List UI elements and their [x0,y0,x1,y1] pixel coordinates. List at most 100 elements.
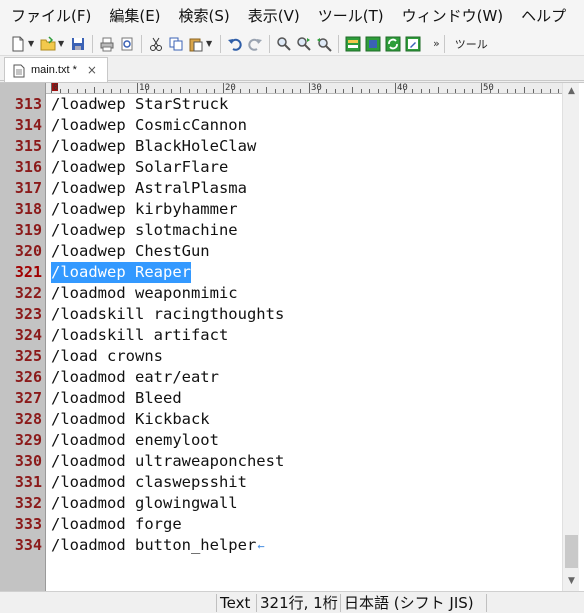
editor-line[interactable]: 322/loadmod weaponmimic [0,283,562,304]
new-file-icon[interactable] [10,36,26,52]
editor-line[interactable]: 334/loadmod button_helper← [0,535,562,556]
editor-line[interactable]: 329/loadmod enemyloot [0,430,562,451]
scrollbar-thumb[interactable] [565,535,578,568]
menu-view[interactable]: 表示(V) [237,0,307,32]
edit-window-icon[interactable] [405,36,421,52]
line-text[interactable]: /loadmod glowingwall [51,493,238,514]
editor-line[interactable]: 321/loadwep Reaper [0,262,562,283]
paste-icon[interactable] [188,36,204,52]
line-number: 333 [14,515,42,533]
view-toggle-icon[interactable] [365,36,381,52]
print-icon[interactable] [99,36,115,52]
line-text[interactable]: /loadskill artifact [51,325,228,346]
line-text[interactable]: /loadmod weaponmimic [51,283,238,304]
line-text[interactable]: /loadwep StarStruck [51,94,228,115]
ruler-tick [558,89,560,93]
line-text[interactable]: /loadmod Kickback [51,409,210,430]
ruler-tick [309,83,310,93]
editor-line[interactable]: 320/loadwep ChestGun [0,241,562,262]
status-mode[interactable]: Text [216,592,254,613]
ruler-tick [463,89,465,93]
save-icon[interactable] [70,36,86,52]
menu-edit[interactable]: 編集(E) [98,0,167,32]
scroll-down-arrow-icon[interactable]: ▼ [563,573,580,590]
menu-file[interactable]: ファイル(F) [0,0,98,32]
line-number: 319 [14,221,42,239]
menu-window[interactable]: ウィンドウ(W) [391,0,511,32]
line-text[interactable]: /loadwep ChestGun [51,241,210,262]
close-tab-icon[interactable]: × [87,63,97,77]
ruler-tick [102,89,104,93]
vertical-scrollbar[interactable]: ▲ ▼ [562,83,579,592]
editor-line[interactable]: 316/loadwep SolarFlare [0,157,562,178]
editor-line[interactable]: 333/loadmod forge [0,514,562,535]
ruler-tick [343,89,345,93]
print-preview-icon[interactable] [119,36,135,52]
line-text[interactable]: /loadskill racingthoughts [51,304,284,325]
line-text[interactable]: /loadwep SolarFlare [51,157,228,178]
refresh-icon[interactable] [385,36,401,52]
editor-line[interactable]: 317/loadwep AstralPlasma [0,178,562,199]
scroll-up-arrow-icon[interactable]: ▲ [563,83,580,100]
ruler-tick [352,87,353,93]
tools-toolbar-label[interactable]: ツール [455,36,488,52]
editor-line[interactable]: 318/loadwep kirbyhammer [0,199,562,220]
line-text[interactable]: /loadwep kirbyhammer [51,199,238,220]
ruler-tick [171,89,173,93]
ruler-tick [541,89,543,93]
editor-line[interactable]: 332/loadmod glowingwall [0,493,562,514]
text-lines[interactable]: 313/loadwep StarStruck 314/loadwep Cosmic… [0,94,562,556]
line-content: /loadmod Kickback [51,410,210,428]
line-text[interactable]: /loadmod claswepsshit [51,472,247,493]
line-text[interactable]: /loadmod forge [51,514,182,535]
undo-icon[interactable] [227,36,243,52]
line-text[interactable]: /loadmod button_helper← [51,535,265,557]
editor-line[interactable]: 331/loadmod claswepsshit [0,472,562,493]
editor-line[interactable]: 319/loadwep slotmachine [0,220,562,241]
line-text[interactable]: /loadmod ultraweaponchest [51,451,284,472]
editor-line[interactable]: 314/loadwep CosmicCannon [0,115,562,136]
toolbar-overflow-button[interactable]: » [433,37,440,50]
editor-line[interactable]: 313/loadwep StarStruck [0,94,562,115]
find-icon[interactable] [276,36,292,52]
open-dropdown-icon[interactable]: ▼ [58,36,64,52]
ruler-tick [240,89,242,93]
line-text[interactable]: /loadmod Bleed [51,388,182,409]
menu-search[interactable]: 検索(S) [168,0,237,32]
status-position[interactable]: 321行, 1桁 [256,592,342,613]
copy-icon[interactable] [168,36,184,52]
toggle-panel-icon[interactable] [345,36,361,52]
menu-help[interactable]: ヘルプ [510,0,573,32]
tab-bar: main.txt * × [0,57,584,82]
tab-main-txt[interactable]: main.txt * × [4,57,108,82]
status-encoding[interactable]: 日本語 (シフト JIS) [340,592,478,613]
cut-icon[interactable] [148,36,164,52]
end-of-file-marker-icon: ← [257,539,265,553]
line-text[interactable]: /loadmod eatr/eatr [51,367,219,388]
open-folder-icon[interactable] [40,35,56,52]
editor-line[interactable]: 324/loadskill artifact [0,325,562,346]
editor-line[interactable]: 325/load crowns [0,346,562,367]
line-text[interactable]: /loadwep slotmachine [51,220,238,241]
find-prev-icon[interactable] [316,36,332,52]
line-text[interactable]: /loadmod enemyloot [51,430,219,451]
editor-line[interactable]: 323/loadskill racingthoughts [0,304,562,325]
ruler-mark: 10 [139,83,150,93]
editor-line[interactable]: 330/loadmod ultraweaponchest [0,451,562,472]
editor-line[interactable]: 315/loadwep BlackHoleClaw [0,136,562,157]
editor[interactable]: 0 10 20 30 40 50 313/loadwep StarStruck 314/lo… [0,82,584,592]
editor-line[interactable]: 327/loadmod Bleed [0,388,562,409]
line-text[interactable]: /load crowns [51,346,163,367]
line-number: 318 [14,200,42,218]
menu-tools[interactable]: ツール(T) [307,0,391,32]
paste-dropdown-icon[interactable]: ▼ [206,36,212,52]
redo-icon[interactable] [247,36,263,52]
editor-line[interactable]: 328/loadmod Kickback [0,409,562,430]
line-text[interactable]: /loadwep BlackHoleClaw [51,136,256,157]
selected-line-text[interactable]: /loadwep Reaper [51,262,191,283]
line-text[interactable]: /loadwep CosmicCannon [51,115,247,136]
line-text[interactable]: /loadwep AstralPlasma [51,178,247,199]
editor-line[interactable]: 326/loadmod eatr/eatr [0,367,562,388]
find-next-icon[interactable] [296,36,312,52]
new-file-dropdown-icon[interactable]: ▼ [28,36,34,52]
